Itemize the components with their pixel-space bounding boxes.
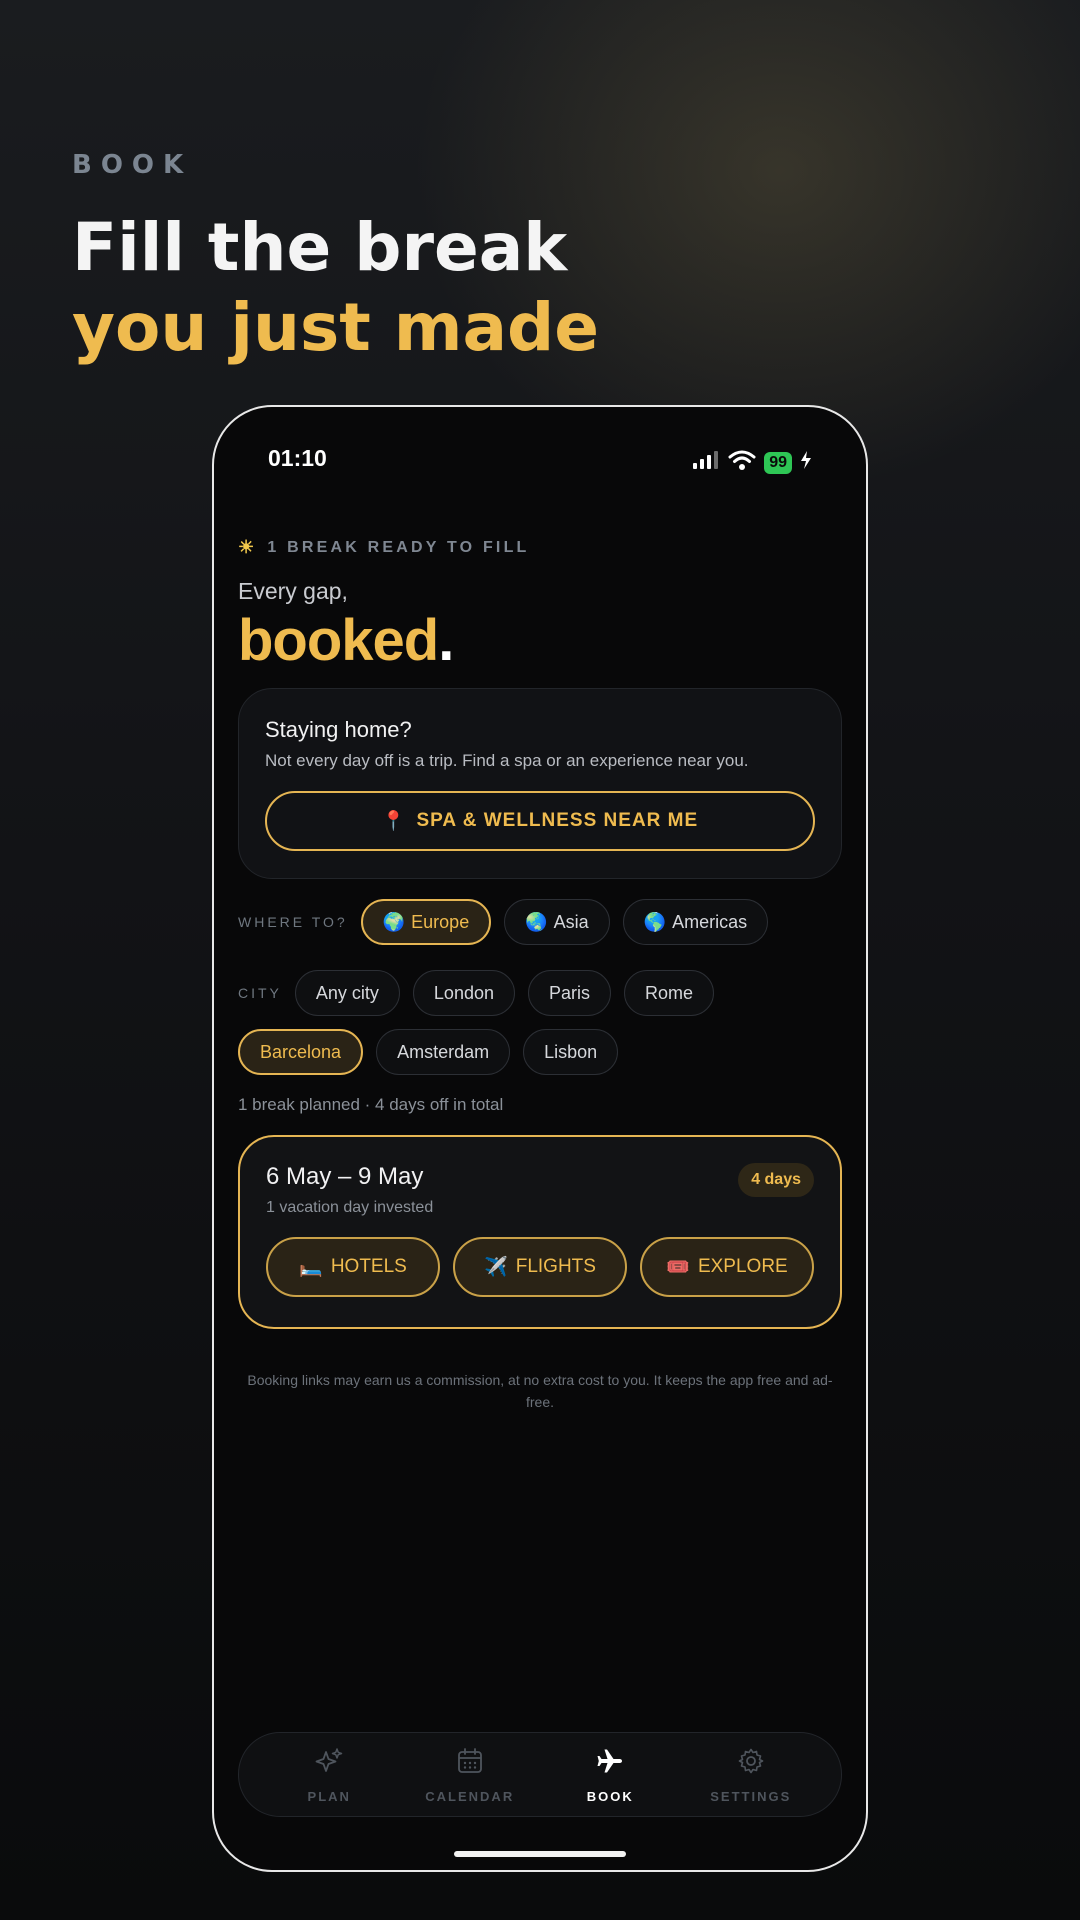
charging-icon (800, 451, 812, 474)
tab-bar: PLAN CALENDAR BOOK SETTINGS (238, 1732, 842, 1817)
page-title: booked. (238, 607, 842, 674)
days-badge: 4 days (738, 1163, 814, 1197)
page-title-dot: . (438, 608, 454, 673)
city-label: CITY (238, 985, 282, 1001)
break-actions: 🛏️ HOTELS ✈️ FLIGHTS 🎟️ EXPLORE (266, 1237, 814, 1297)
status-icons: 99 (692, 449, 812, 476)
vacation-days-invested: 1 vacation day invested (266, 1199, 434, 1216)
flights-label: FLIGHTS (515, 1256, 596, 1277)
airplane-icon (595, 1746, 625, 1781)
region-chip-asia[interactable]: 🌏 Asia (504, 899, 610, 945)
staying-home-title: Staying home? (265, 717, 412, 742)
tab-plan-label: PLAN (307, 1788, 351, 1804)
where-to-label: WHERE TO? (238, 914, 348, 930)
region-chip-label: Asia (553, 911, 589, 932)
phone-frame: 01:10 99 ☀ 1 BREAK READY TO FILL Every g… (212, 405, 868, 1872)
globe-asia-icon: 🌏 (525, 911, 548, 932)
region-filter: WHERE TO? 🌍 Europe 🌏 Asia 🌎 Americas (238, 899, 842, 945)
city-chip-rome[interactable]: Rome (624, 970, 715, 1016)
airplane-icon: ✈️ (484, 1257, 508, 1278)
city-chip-lisbon[interactable]: Lisbon (523, 1029, 619, 1075)
region-chip-europe[interactable]: 🌍 Europe (360, 899, 492, 945)
hero-headline-line1: Fill the break (72, 209, 568, 286)
hero: BOOK Fill the break you just made (72, 150, 599, 368)
ready-banner: ☀ 1 BREAK READY TO FILL (238, 537, 842, 558)
explore-button[interactable]: 🎟️ EXPLORE (640, 1237, 814, 1297)
globe-europe-icon: 🌍 (382, 911, 406, 932)
gear-icon (736, 1746, 766, 1781)
affiliate-disclaimer: Booking links may earn us a commission, … (247, 1372, 833, 1410)
tab-book-label: BOOK (586, 1788, 634, 1804)
break-summary: 1 break planned · 4 days off in total (238, 1095, 504, 1114)
break-card[interactable]: 6 May – 9 May 1 vacation day invested 4 … (238, 1135, 842, 1329)
city-chip-any[interactable]: Any city (294, 970, 400, 1016)
tab-calendar-label: CALENDAR (425, 1788, 515, 1804)
status-time: 01:10 (268, 445, 327, 471)
city-chip-barcelona[interactable]: Barcelona (238, 1029, 364, 1075)
signal-icon (692, 450, 720, 475)
hero-eyebrow: BOOK (72, 150, 193, 180)
hotels-label: HOTELS (330, 1256, 407, 1277)
flights-button[interactable]: ✈️ FLIGHTS (453, 1237, 627, 1297)
hero-headline-line2: you just made (72, 289, 600, 366)
tab-book[interactable]: BOOK (545, 1746, 675, 1804)
ticket-icon: 🎟️ (666, 1257, 690, 1278)
city-filter: CITY Any city London Paris Rome Barcelon… (238, 970, 842, 1075)
sparkles-icon (314, 1746, 344, 1781)
globe-americas-icon: 🌎 (643, 911, 667, 932)
region-chip-americas[interactable]: 🌎 Americas (622, 899, 769, 945)
page-title-text: booked (238, 608, 439, 673)
ready-text: 1 BREAK READY TO FILL (267, 538, 530, 556)
region-chip-label: Europe (411, 911, 470, 932)
status-bar: 01:10 99 (268, 445, 812, 485)
tab-plan[interactable]: PLAN (264, 1746, 394, 1804)
hotels-button[interactable]: 🛏️ HOTELS (266, 1237, 440, 1297)
city-chip-london[interactable]: London (412, 970, 515, 1016)
calendar-icon (455, 1746, 485, 1781)
region-chip-label: Americas (672, 911, 748, 932)
header-kicker: Every gap, (238, 578, 348, 604)
battery-indicator: 99 (764, 451, 792, 474)
tab-settings-label: SETTINGS (710, 1788, 792, 1804)
bed-icon: 🛏️ (299, 1257, 323, 1278)
break-dates: 6 May – 9 May (266, 1163, 424, 1190)
tab-calendar[interactable]: CALENDAR (405, 1746, 535, 1804)
tab-settings[interactable]: SETTINGS (686, 1746, 816, 1804)
pin-icon: 📍 (381, 811, 407, 832)
sun-icon: ☀ (238, 537, 258, 557)
staying-home-card: Staying home? Not every day off is a tri… (238, 688, 842, 879)
spa-wellness-button[interactable]: 📍 SPA & WELLNESS NEAR ME (265, 791, 815, 851)
city-chip-amsterdam[interactable]: Amsterdam (376, 1029, 511, 1075)
explore-label: EXPLORE (697, 1256, 788, 1277)
home-indicator[interactable] (454, 1851, 626, 1857)
spa-wellness-label: SPA & WELLNESS NEAR ME (416, 810, 699, 831)
staying-home-subtitle: Not every day off is a trip. Find a spa … (265, 751, 749, 770)
wifi-icon (728, 449, 756, 476)
city-chip-paris[interactable]: Paris (528, 970, 612, 1016)
book-screen: ☀ 1 BREAK READY TO FILL Every gap, booke… (238, 537, 842, 1413)
